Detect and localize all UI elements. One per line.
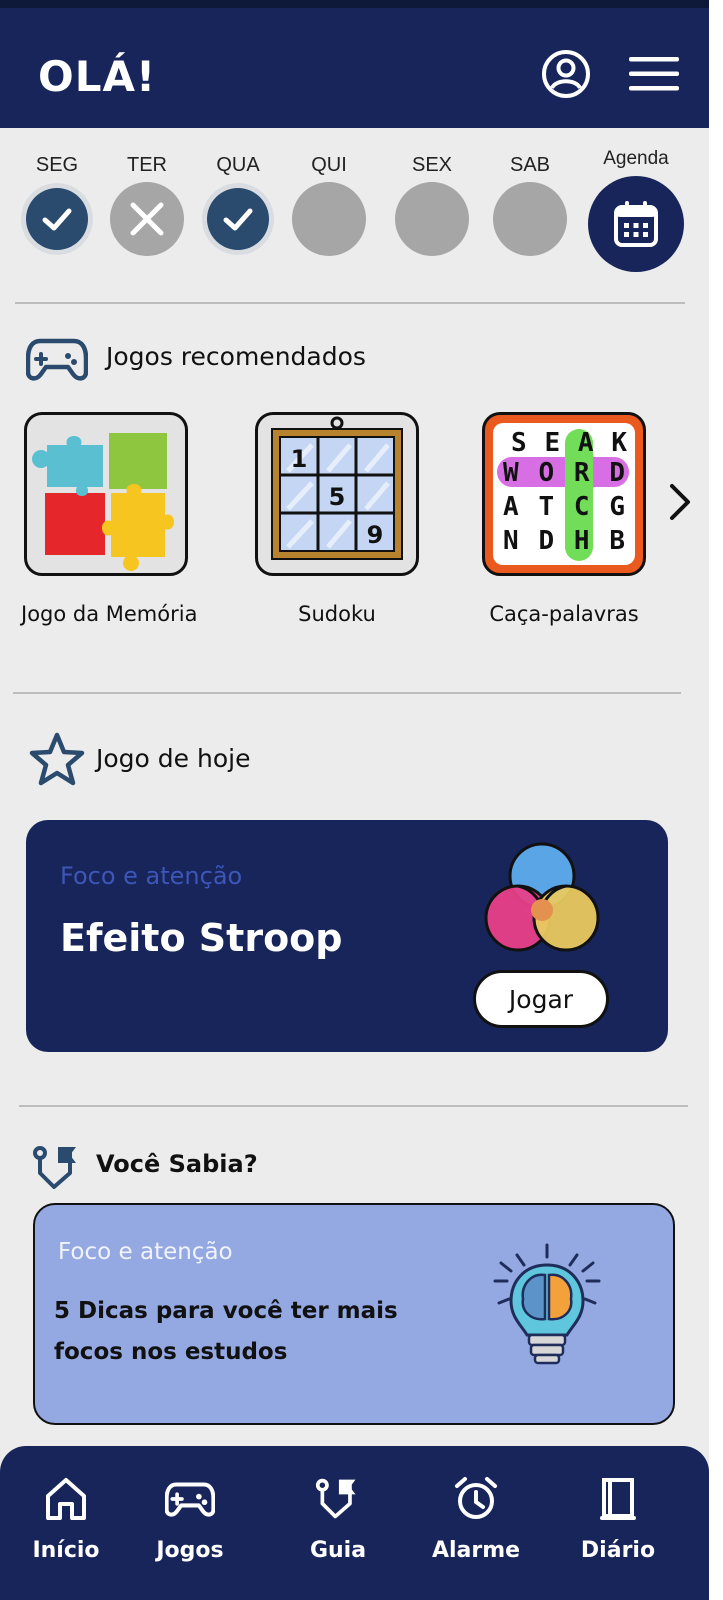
day-label: SEG	[35, 154, 79, 176]
nav-jogos[interactable]: Jogos	[135, 1474, 245, 1563]
alarm-icon	[455, 1477, 497, 1519]
color-circles-icon	[484, 842, 600, 952]
divider	[15, 302, 685, 304]
app-screen: OLÁ! SEG TER QUA QUI SEX SAB Agenda Jogo…	[0, 0, 709, 1600]
calendar-icon	[614, 201, 658, 247]
game-label: Sudoku	[298, 602, 376, 626]
guide-icon	[33, 1146, 76, 1189]
close-icon	[130, 202, 164, 236]
nav-label: Diário	[580, 1538, 656, 1563]
day-status-pending	[493, 182, 567, 256]
sudoku-digit: 5	[329, 483, 346, 511]
tip-text: 5 Dicas para você ter mais focos nos est…	[54, 1298, 398, 1365]
day-seg[interactable]: SEG	[17, 150, 97, 250]
day-sab[interactable]: SAB	[490, 150, 570, 256]
sudoku-digit: 1	[291, 445, 308, 473]
recommended-title: Jogos recomendados	[106, 342, 366, 371]
gamepad-icon	[26, 338, 88, 381]
word-search-icon: SEAK WORD ATCG NDHB	[482, 412, 646, 576]
bottom-navigation: Início Jogos Guia Alarme Diário	[0, 1446, 709, 1600]
day-qua[interactable]: QUA	[198, 150, 278, 250]
day-ter[interactable]: TER	[107, 150, 187, 256]
day-label: QUA	[216, 154, 260, 176]
next-games-button[interactable]	[664, 480, 696, 524]
nav-label: Início	[32, 1538, 100, 1563]
sudoku-digit: 9	[367, 521, 384, 549]
today-title: Jogo de hoje	[96, 744, 251, 773]
day-label: QUI	[311, 154, 347, 176]
sudoku-icon: 1 5 9	[255, 412, 419, 576]
chevron-right-icon	[670, 484, 690, 520]
game-category: Foco e atenção	[60, 862, 243, 890]
did-you-know-title: Você Sabia?	[96, 1150, 258, 1178]
day-status-pending	[395, 182, 469, 256]
game-card-sudoku[interactable]: 1 5 9 Sudoku	[252, 412, 422, 626]
agenda-label: Agenda	[603, 148, 669, 169]
play-button[interactable]: Jogar	[473, 970, 609, 1028]
day-status-missed	[110, 182, 184, 256]
day-qui[interactable]: QUI	[289, 150, 369, 256]
star-icon	[29, 732, 85, 786]
diary-icon	[600, 1478, 636, 1520]
agenda-button[interactable]: Agenda	[588, 148, 684, 272]
game-card-memory[interactable]: Jogo da Memória	[21, 412, 198, 626]
check-icon	[42, 208, 72, 231]
game-label: Jogo da Memória	[21, 602, 198, 626]
day-status-done	[207, 188, 269, 250]
day-label: TER	[127, 154, 167, 176]
nav-diario[interactable]: Diário	[563, 1474, 673, 1563]
nav-label: Jogos	[156, 1538, 224, 1563]
divider	[13, 692, 681, 694]
home-icon	[46, 1478, 86, 1520]
menu-button[interactable]	[626, 46, 682, 102]
divider	[19, 1105, 688, 1107]
lightbulb-brain-icon	[493, 1243, 601, 1365]
day-sex[interactable]: SEX	[392, 150, 472, 256]
nav-alarme[interactable]: Alarme	[421, 1474, 531, 1563]
game-card-word-search[interactable]: SEAK WORD ATCG NDHB Caça-palavras	[464, 412, 664, 626]
day-status-pending	[292, 182, 366, 256]
check-icon	[223, 208, 253, 231]
guide-icon	[315, 1478, 356, 1519]
top-bar: OLÁ!	[0, 0, 709, 128]
tip-card[interactable]: Foco e atenção 5 Dicas para você ter mai…	[33, 1203, 675, 1425]
agenda-circle	[588, 176, 684, 272]
day-label: SAB	[509, 154, 551, 176]
day-label: SEX	[411, 154, 453, 176]
game-name: Efeito Stroop	[60, 916, 343, 960]
profile-button[interactable]	[538, 46, 594, 102]
puzzle-icon	[24, 412, 188, 576]
user-circle-icon	[542, 50, 590, 98]
greeting-title: OLÁ!	[38, 52, 157, 101]
gamepad-icon	[165, 1482, 215, 1517]
nav-label: Alarme	[431, 1538, 521, 1563]
hamburger-menu-icon	[629, 57, 679, 91]
nav-guia[interactable]: Guia	[283, 1474, 393, 1563]
nav-inicio[interactable]: Início	[11, 1474, 121, 1563]
day-status-done	[26, 188, 88, 250]
today-game-card[interactable]: Foco e atenção Efeito Stroop Jogar	[26, 820, 668, 1052]
tip-category: Foco e atenção	[58, 1239, 233, 1265]
game-label: Caça-palavras	[489, 602, 639, 626]
nav-label: Guia	[309, 1538, 367, 1563]
